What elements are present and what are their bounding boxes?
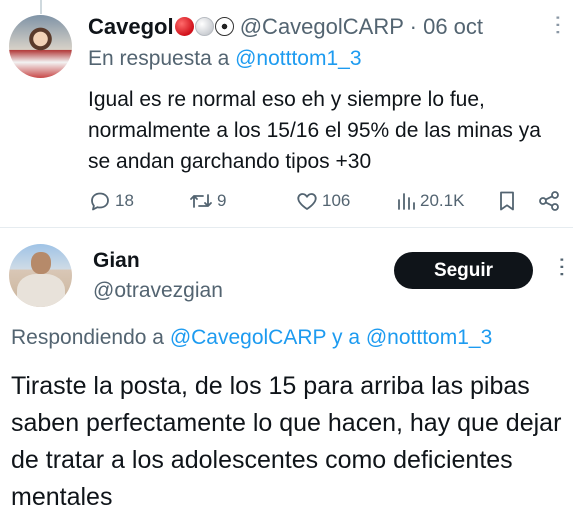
avatar-face <box>31 252 51 274</box>
replying-handle-link[interactable]: @CavegolCARP <box>170 326 326 349</box>
more-options-icon[interactable]: ⋯ <box>546 14 571 36</box>
replying-context: Respondiendo a @CavegolCARP y a @notttom… <box>11 326 492 350</box>
red-circle-icon <box>174 17 194 36</box>
replying-handle-link[interactable]: @notttom1_3 <box>366 326 492 349</box>
user-handle[interactable]: @CavegolCARP <box>240 14 404 39</box>
tweet-date[interactable]: 06 oct <box>423 14 483 39</box>
follow-button[interactable]: Seguir <box>394 252 533 289</box>
reply-handle-link[interactable]: @notttom1_3 <box>235 47 361 70</box>
reply-prefix: En respuesta a <box>88 47 230 70</box>
bookmark-button[interactable] <box>496 186 518 216</box>
views-button[interactable]: 20.1K <box>395 186 464 216</box>
retweet-icon <box>190 194 212 208</box>
like-count: 106 <box>322 191 351 210</box>
retweet-count: 9 <box>217 191 227 210</box>
reply-count: 18 <box>115 191 134 210</box>
user-handle[interactable]: @otravezgian <box>93 279 223 303</box>
share-icon <box>539 191 559 211</box>
tweet-header: Cavegol @CavegolCARP · 06 oct <box>88 12 483 42</box>
white-circle-icon <box>194 17 214 36</box>
heart-icon <box>297 193 317 210</box>
retweet-button[interactable]: 9 <box>188 186 226 216</box>
reply-button[interactable]: 18 <box>88 186 134 216</box>
display-name[interactable]: Cavegol <box>88 14 174 39</box>
reply-icon <box>91 192 109 211</box>
view-count: 20.1K <box>420 191 465 210</box>
like-button[interactable]: 106 <box>295 186 350 216</box>
avatar-shirt <box>17 274 65 307</box>
divider <box>0 227 573 228</box>
replying-and: y a <box>332 326 361 349</box>
views-chart-icon <box>398 193 415 210</box>
avatar[interactable] <box>9 244 72 307</box>
reply-context: En respuesta a @notttom1_3 <box>88 47 362 71</box>
avatar[interactable] <box>9 15 72 78</box>
more-options-icon[interactable]: ⋯ <box>550 256 573 278</box>
tweet-text: Igual es re normal eso eh y siempre lo f… <box>88 88 541 173</box>
separator: · <box>409 14 417 39</box>
tweet-actions: 18 9 106 20.1K <box>88 186 563 216</box>
replying-prefix: Respondiendo a <box>11 326 164 349</box>
display-name[interactable]: Gian <box>93 249 140 273</box>
share-button[interactable] <box>537 186 561 216</box>
thread-connector-line <box>40 0 42 14</box>
tweet-text: Tiraste la posta, de los 15 para arriba … <box>11 372 562 511</box>
bookmark-icon <box>500 191 514 211</box>
soccer-ball-icon <box>214 17 234 36</box>
